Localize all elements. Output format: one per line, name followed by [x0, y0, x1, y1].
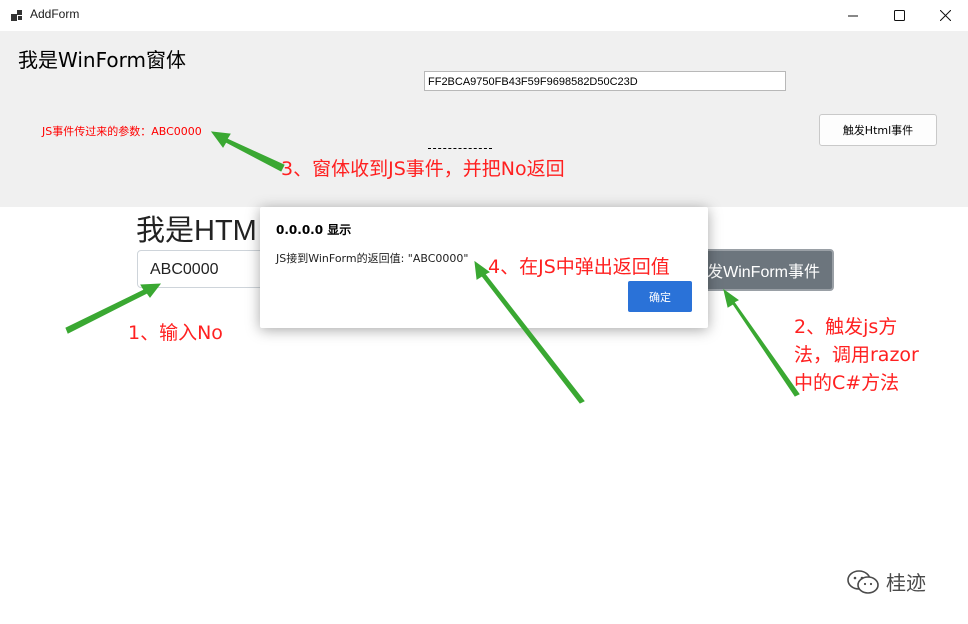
minimize-icon: [848, 15, 858, 16]
web-heading: 我是HTM: [136, 215, 257, 247]
close-icon: [939, 10, 951, 21]
maximize-button[interactable]: [876, 0, 922, 31]
annotation-step3: 3、窗体收到JS事件，并把No返回: [281, 158, 565, 180]
watermark-text: 桂迹: [886, 571, 926, 595]
dashed-divider: [428, 148, 492, 149]
dialog-message: JS接到WinForm的返回值: "ABC0000": [276, 252, 469, 265]
close-button[interactable]: [922, 0, 968, 31]
window-title: AddForm: [30, 7, 80, 21]
guid-textbox[interactable]: FF2BCA9750FB43F59F9698582D50C23D: [424, 71, 786, 91]
watermark: 桂迹: [846, 567, 926, 596]
wechat-icon: [847, 569, 879, 594]
annotation-step4: 4、在JS中弹出返回值: [488, 256, 670, 278]
minimize-button[interactable]: [830, 0, 876, 31]
dialog-title: 0.0.0.0 显示: [276, 223, 352, 237]
winform-heading: 我是WinForm窗体: [18, 48, 186, 72]
param-label: JS事件传过来的参数：ABC0000: [42, 125, 202, 138]
annotation-step2-line2: 法，调用razor: [794, 344, 919, 366]
trigger-winform-event-button[interactable]: 发WinForm事件: [690, 249, 834, 291]
annotation-step2-line1: 2、触发js方: [794, 316, 898, 338]
web-number-input[interactable]: ABC0000: [137, 250, 277, 288]
maximize-icon: [893, 10, 905, 21]
annotation-step1: 1、输入No: [128, 322, 223, 344]
annotation-step2-line3: 中的C#方法: [794, 372, 900, 394]
window-titlebar: AddForm: [0, 0, 968, 31]
trigger-html-event-button[interactable]: 触发Html事件: [819, 114, 937, 146]
dialog-ok-button[interactable]: 确定: [628, 281, 692, 312]
app-icon: [11, 10, 22, 21]
